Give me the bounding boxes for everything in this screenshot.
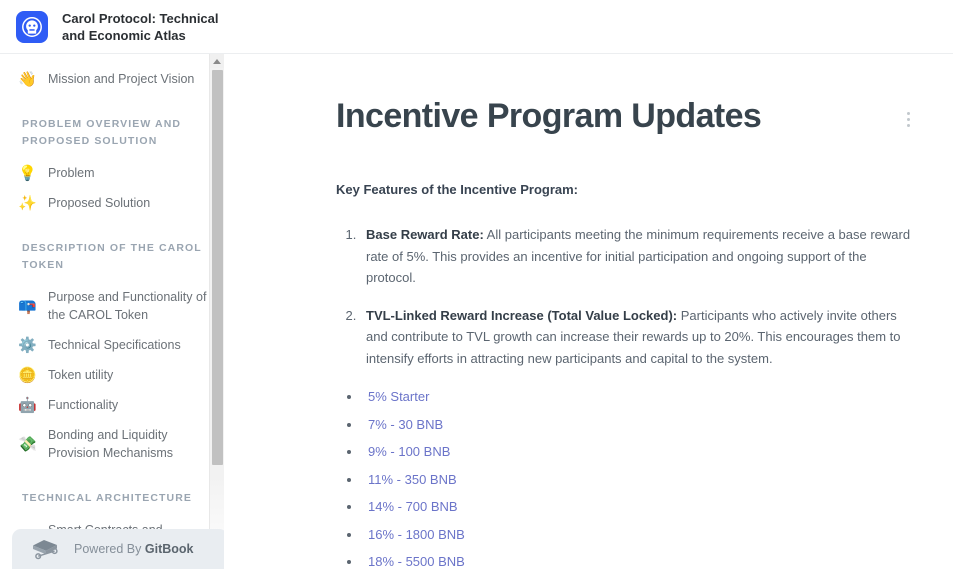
sidebar-section-description-of-carol-token: DESCRIPTION OF THE CAROL TOKEN [22, 242, 202, 271]
gitbook-book-icon [30, 538, 60, 560]
money-with-wings-icon: 💸 [18, 435, 37, 453]
list-item: 9% - 100 BNB [362, 442, 919, 461]
list-item: 14% - 700 BNB [362, 497, 919, 516]
key-features-heading: Key Features of the Incentive Program: [336, 182, 579, 197]
mailbox-icon: 📪 [18, 297, 37, 315]
waving-hand-icon: 👋 [18, 70, 37, 88]
sidebar-item-label: Mission and Project Vision [48, 72, 195, 86]
reward-tier-list: 5% Starter 7% - 30 BNB 9% - 100 BNB 11% … [336, 387, 919, 569]
sidebar-item-purpose-and-functionality[interactable]: 📪 Purpose and Functionality of the CAROL… [0, 282, 224, 330]
light-bulb-icon: 💡 [18, 164, 37, 182]
sparkles-icon: ✨ [18, 194, 37, 212]
kebab-menu-icon[interactable] [897, 106, 919, 132]
sidebar-item-label: Functionality [48, 398, 119, 412]
sidebar-item-proposed-solution[interactable]: ✨ Proposed Solution [0, 188, 224, 218]
site-header: Carol Protocol: Technical and Economic A… [0, 0, 953, 54]
sidebar-item-label: Technical Specifications [48, 338, 181, 352]
sidebar-item-label: Token utility [48, 368, 114, 382]
sidebar-item-functionality[interactable]: 🤖 Functionality [0, 390, 224, 420]
list-item: Base Reward Rate: All participants meeti… [360, 224, 919, 289]
sidebar-item-label: Proposed Solution [48, 196, 151, 210]
sidebar-item-bonding-and-liquidity[interactable]: 💸 Bonding and Liquidity Provision Mechan… [0, 420, 224, 468]
tier-link[interactable]: 7% - 30 BNB [368, 417, 443, 432]
tier-link[interactable]: 14% - 700 BNB [368, 499, 458, 514]
site-title: Carol Protocol: Technical and Economic A… [62, 10, 219, 43]
sidebar-item-label: Purpose and Functionality of the CAROL T… [48, 290, 207, 322]
gear-icon: ⚙️ [18, 336, 37, 354]
sidebar-item-technical-specifications[interactable]: ⚙️ Technical Specifications [0, 330, 224, 360]
key-features-list: Base Reward Rate: All participants meeti… [336, 224, 919, 369]
scrollbar-thumb[interactable] [212, 70, 223, 465]
feature-title: Base Reward Rate: [366, 227, 484, 242]
carol-protocol-logo-icon[interactable] [16, 10, 48, 43]
sidebar-item-token-utility[interactable]: 🪙 Token utility [0, 360, 224, 390]
tier-link[interactable]: 11% - 350 BNB [368, 472, 457, 487]
sidebar-item-label: Bonding and Liquidity Provision Mechanis… [48, 428, 174, 460]
powered-by-prefix: Powered By [74, 542, 145, 556]
page-body: 👋 Mission and Project Vision PROBLEM OVE… [0, 54, 953, 569]
gitbook-documentation-app: Carol Protocol: Technical and Economic A… [0, 0, 953, 569]
list-item: TVL-Linked Reward Increase (Total Value … [360, 305, 919, 370]
main-content: Incentive Program Updates Key Features o… [224, 54, 953, 569]
scroll-up-arrow-icon[interactable] [210, 54, 224, 68]
sidebar-navigation: 👋 Mission and Project Vision PROBLEM OVE… [0, 54, 224, 569]
tier-link[interactable]: 5% Starter [368, 389, 429, 404]
tier-link[interactable]: 18% - 5500 BNB [368, 554, 465, 569]
powered-by-label: Powered By GitBook [74, 542, 193, 556]
page-title: Incentive Program Updates [336, 97, 762, 135]
sidebar-section-technical-architecture: TECHNICAL ARCHITECTURE [22, 492, 193, 504]
robot-icon: 🤖 [18, 396, 37, 414]
list-item: 7% - 30 BNB [362, 415, 919, 434]
feature-title: TVL-Linked Reward Increase (Total Value … [366, 307, 678, 323]
sidebar-item-label: Problem [48, 166, 95, 180]
gitbook-brand-name: GitBook [144, 542, 194, 556]
powered-by-gitbook-footer[interactable]: Powered By GitBook [12, 529, 224, 569]
list-item: 11% - 350 BNB [362, 470, 919, 489]
page-title-row: Incentive Program Updates [336, 96, 919, 136]
list-item: 16% - 1800 BNB [362, 525, 919, 544]
list-item: 5% Starter [362, 387, 919, 406]
tier-link[interactable]: 16% - 1800 BNB [368, 527, 465, 542]
list-item: 18% - 5500 BNB [362, 552, 919, 569]
coin-icon: 🪙 [18, 366, 37, 384]
sidebar-item-problem[interactable]: 💡 Problem [0, 158, 224, 188]
sidebar-scrollbar[interactable] [209, 54, 224, 569]
sidebar-item-mission-and-project-vision[interactable]: 👋 Mission and Project Vision [0, 64, 224, 94]
sidebar-section-problem-overview: PROBLEM OVERVIEW AND PROPOSED SOLUTION [22, 118, 182, 147]
tier-link[interactable]: 9% - 100 BNB [368, 444, 450, 459]
